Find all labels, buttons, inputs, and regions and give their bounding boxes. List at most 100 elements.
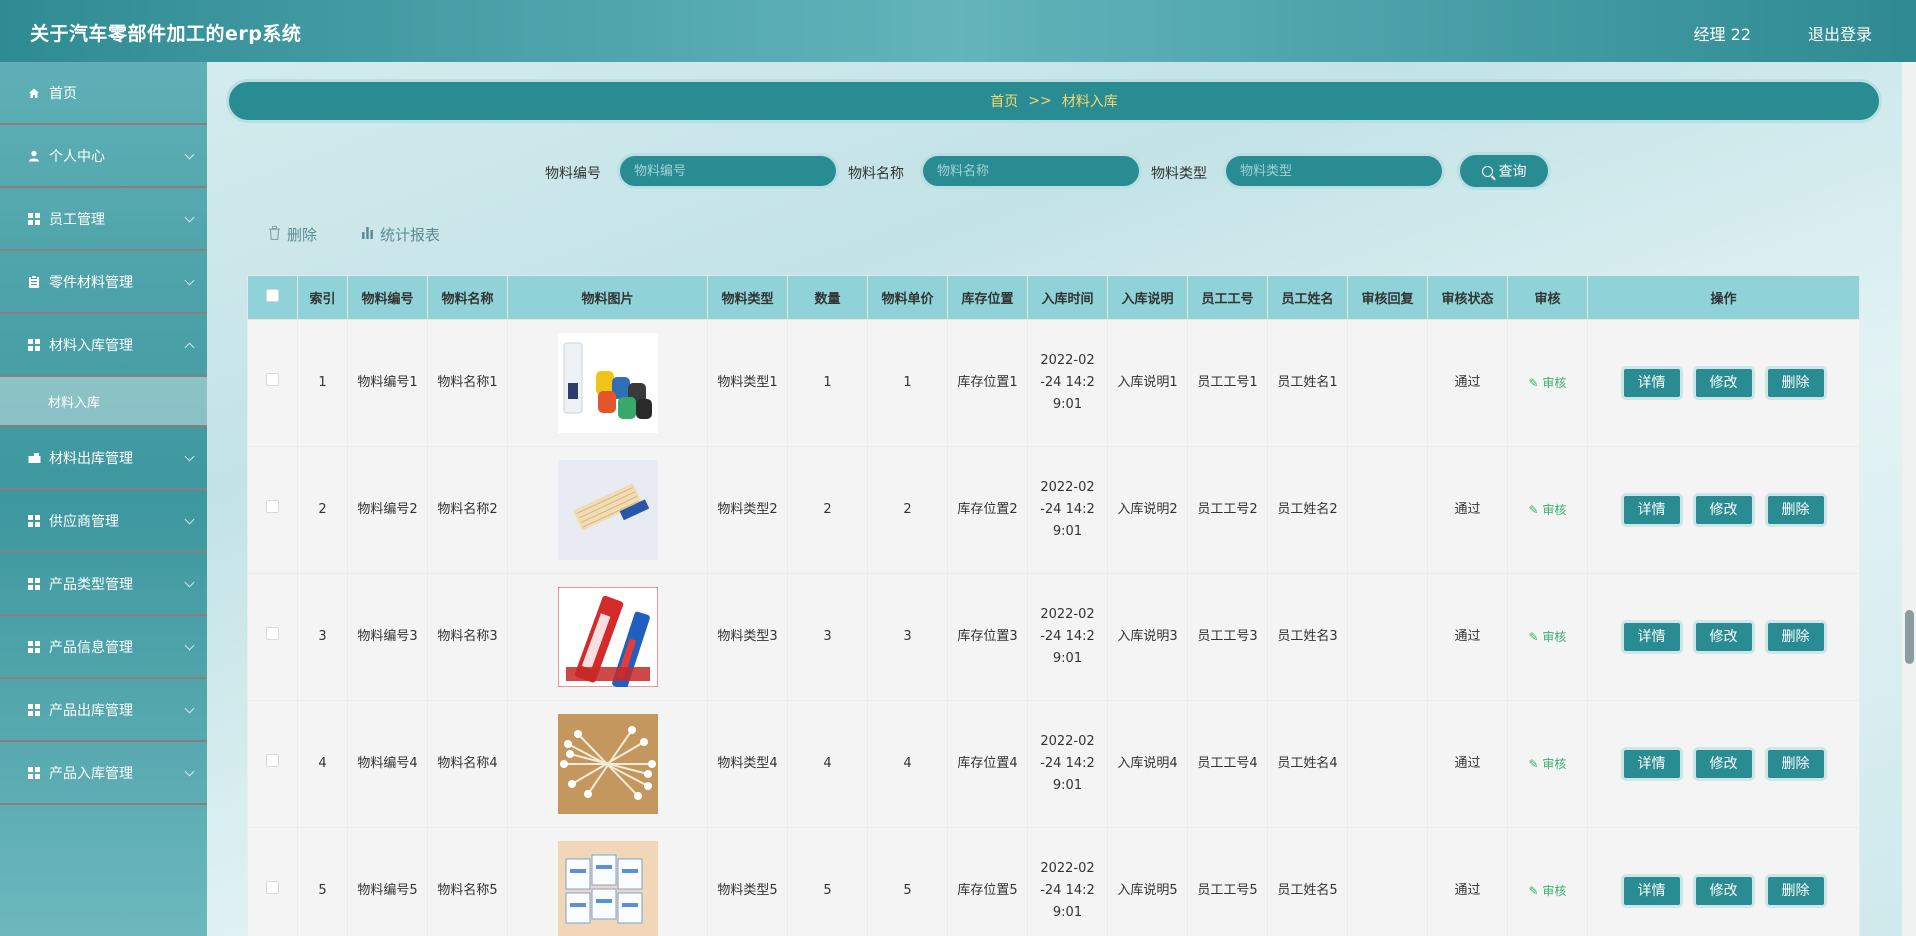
row-select-cell <box>247 700 298 828</box>
sidebar-item-product-out[interactable]: 产品出库管理 <box>0 679 207 742</box>
delete-button[interactable]: 删除 <box>1764 747 1827 781</box>
row-select-cell <box>247 827 298 936</box>
audit-link[interactable]: ✎ 审核 <box>1529 503 1567 517</box>
report-button[interactable]: 统计报表 <box>361 224 440 245</box>
audit-link[interactable]: ✎ 审核 <box>1529 884 1567 898</box>
operation-cell: 详情 修改 删除 <box>1587 827 1860 936</box>
row-checkbox[interactable] <box>266 627 279 640</box>
material-name-input[interactable] <box>920 153 1142 189</box>
column-header[interactable]: 数量 <box>787 275 868 320</box>
column-header[interactable]: 入库时间 <box>1027 275 1108 320</box>
row-checkbox[interactable] <box>266 754 279 767</box>
bulk-delete-button[interactable]: 删除 <box>268 224 317 245</box>
chevron-down-icon <box>184 514 195 525</box>
quantity-cell: 5 <box>787 827 868 936</box>
column-header[interactable]: 审核状态 <box>1427 275 1508 320</box>
delete-button[interactable]: 删除 <box>1764 620 1827 654</box>
material-image-cell <box>507 700 708 828</box>
sidebar-item-material-in[interactable]: 材料入库管理 <box>0 314 207 377</box>
edit-button[interactable]: 修改 <box>1692 747 1755 781</box>
row-checkbox[interactable] <box>266 500 279 513</box>
select-all-checkbox[interactable] <box>266 289 279 302</box>
operation-cell: 详情 修改 删除 <box>1587 446 1860 574</box>
sidebar-item-label: 材料出库管理 <box>49 450 133 467</box>
employee-name-cell: 员工姓名1 <box>1267 319 1348 447</box>
sidebar-item-label: 产品信息管理 <box>49 639 133 656</box>
user-name[interactable]: 经理 22 <box>1694 21 1751 45</box>
chevron-down-icon <box>184 766 195 777</box>
column-header[interactable]: 库存位置 <box>947 275 1028 320</box>
sidebar-item-product-in[interactable]: 产品入库管理 <box>0 742 207 805</box>
detail-button[interactable]: 详情 <box>1620 493 1683 527</box>
column-header[interactable]: 员工工号 <box>1187 275 1268 320</box>
toothpaste-photo[interactable] <box>557 587 658 687</box>
sidebar-item-parts[interactable]: 零件材料管理 <box>0 251 207 314</box>
detail-button[interactable]: 详情 <box>1620 620 1683 654</box>
cotton-swabs-photo[interactable] <box>557 714 658 814</box>
search-button[interactable]: 查询 <box>1457 152 1551 190</box>
column-header[interactable]: 索引 <box>297 275 348 320</box>
edit-button[interactable]: 修改 <box>1692 620 1755 654</box>
edit-button[interactable]: 修改 <box>1692 366 1755 400</box>
operation-cell: 详情 修改 删除 <box>1587 573 1860 701</box>
sidebar-item-supplier[interactable]: 供应商管理 <box>0 490 207 553</box>
audit-link[interactable]: ✎ 审核 <box>1529 757 1567 771</box>
column-header[interactable]: 审核回复 <box>1347 275 1428 320</box>
column-header[interactable]: 入库说明 <box>1107 275 1188 320</box>
tissue-packs-photo[interactable] <box>557 841 658 936</box>
detail-button[interactable]: 详情 <box>1620 747 1683 781</box>
grid-icon <box>27 766 41 780</box>
breadcrumb-current: 材料入库 <box>1061 94 1118 110</box>
edit-button[interactable]: 修改 <box>1692 493 1755 527</box>
delete-button[interactable]: 删除 <box>1764 493 1827 527</box>
column-header[interactable]: 物料单价 <box>867 275 948 320</box>
material-code-input[interactable] <box>617 153 839 189</box>
breadcrumb: 首页 >> 材料入库 <box>226 79 1882 123</box>
inbound-note-cell: 入库说明5 <box>1107 827 1188 936</box>
column-header[interactable]: 物料名称 <box>427 275 508 320</box>
column-header[interactable]: 物料类型 <box>707 275 788 320</box>
logout-link[interactable]: 退出登录 <box>1808 21 1872 45</box>
audit-link[interactable]: ✎ 审核 <box>1529 630 1567 644</box>
sidebar-item-product-info[interactable]: 产品信息管理 <box>0 616 207 679</box>
table-row: 5 物料编号5 物料名称5 物料类型5 5 5 库存位置5 2022-02-24… <box>247 827 1860 936</box>
sidebar-item-home[interactable]: 首页 <box>0 62 207 125</box>
detail-button[interactable]: 详情 <box>1620 874 1683 908</box>
sidebar-item-staff[interactable]: 员工管理 <box>0 188 207 251</box>
column-header[interactable]: 审核 <box>1507 275 1588 320</box>
audit-status-cell: 通过 <box>1427 700 1508 828</box>
detail-button[interactable]: 详情 <box>1620 366 1683 400</box>
sidebar-item-label: 零件材料管理 <box>49 274 133 291</box>
page-scrollbar[interactable] <box>1902 62 1916 936</box>
sidebar-item-profile[interactable]: 个人中心 <box>0 125 207 188</box>
sidebar-item-product-type[interactable]: 产品类型管理 <box>0 553 207 616</box>
sidebar-subitem-material-in[interactable]: 材料入库 <box>0 377 207 427</box>
toothpicks-photo[interactable] <box>557 460 658 560</box>
breadcrumb-home[interactable]: 首页 <box>990 91 1018 111</box>
sidebar-item-label: 产品入库管理 <box>49 765 133 782</box>
delete-button[interactable]: 删除 <box>1764 874 1827 908</box>
column-header[interactable]: 物料图片 <box>507 275 708 320</box>
scrollbar-thumb[interactable] <box>1905 610 1914 664</box>
audit-link[interactable]: ✎ 审核 <box>1529 376 1567 390</box>
location-cell: 库存位置3 <box>947 573 1028 701</box>
search-icon <box>1481 165 1493 177</box>
employee-name-cell: 员工姓名5 <box>1267 827 1348 936</box>
delete-button[interactable]: 删除 <box>1764 366 1827 400</box>
location-cell: 库存位置4 <box>947 700 1028 828</box>
unit-price-cell: 3 <box>867 573 948 701</box>
row-checkbox[interactable] <box>266 373 279 386</box>
chevron-down-icon <box>184 212 195 223</box>
employee-name-cell: 员工姓名4 <box>1267 700 1348 828</box>
sidebar-item-material-out[interactable]: 材料出库管理 <box>0 427 207 490</box>
material-type-input[interactable] <box>1223 153 1445 189</box>
material-code-cell: 物料编号4 <box>347 700 428 828</box>
user-icon <box>27 149 41 163</box>
inbound-note-cell: 入库说明2 <box>1107 446 1188 574</box>
material-image-cell <box>507 319 708 447</box>
column-header[interactable]: 员工姓名 <box>1267 275 1348 320</box>
column-header[interactable]: 物料编号 <box>347 275 428 320</box>
trash-bags-photo[interactable] <box>557 333 658 433</box>
edit-button[interactable]: 修改 <box>1692 874 1755 908</box>
row-checkbox[interactable] <box>266 881 279 894</box>
